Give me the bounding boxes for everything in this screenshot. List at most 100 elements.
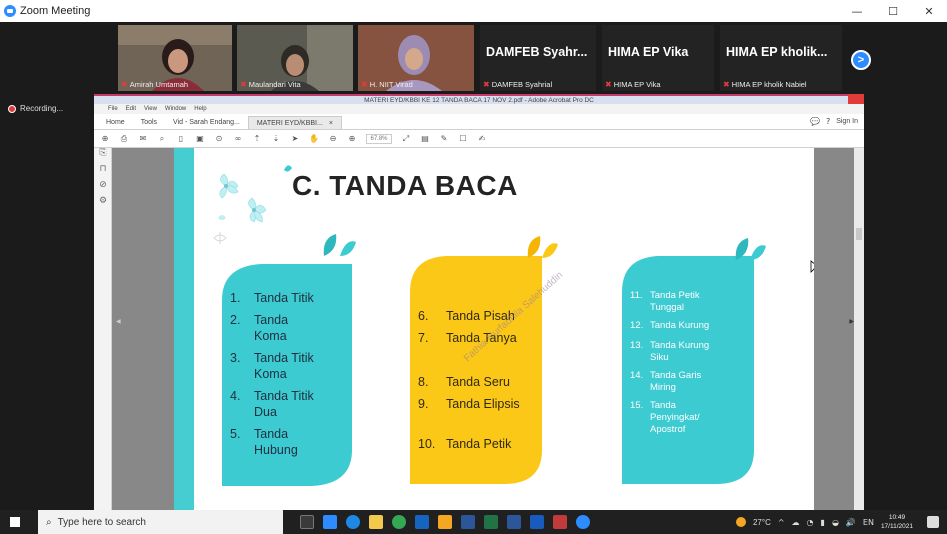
language-icon[interactable]: EN [863, 518, 874, 527]
participant-tile[interactable]: ✖ Maulandari Vita [237, 25, 353, 91]
notification-icon[interactable] [927, 516, 939, 528]
clock[interactable]: 10:49 17/11/2021 [881, 513, 913, 531]
print-icon[interactable]: ⎙ [119, 134, 129, 144]
highlight-icon[interactable]: ✍ [477, 134, 487, 144]
menu-edit[interactable]: Edit [126, 106, 136, 112]
list-item-text: Tanda Garis Miring [650, 370, 702, 393]
list-item-number: 5. [230, 427, 241, 441]
file-explorer-icon[interactable] [369, 515, 383, 529]
tab-tools[interactable]: Tools [133, 116, 165, 129]
next-participants-button[interactable]: > [851, 50, 871, 70]
start-button[interactable] [0, 510, 30, 534]
vertical-scrollbar[interactable] [854, 148, 864, 510]
collapse-left-icon[interactable]: ◀ [116, 318, 121, 325]
participant-name: DAMFEB Syahrial [491, 79, 553, 89]
help-icon[interactable]: ? [826, 117, 830, 126]
acrobat-window: MATERI EYD/KBBI KE 12 TANDA BACA 17 NOV … [94, 94, 864, 510]
fit-page-icon[interactable]: ⤢ [401, 134, 411, 144]
tab-document-1[interactable]: Vid - Sarah Endang... [165, 116, 248, 129]
acrobat-right-controls: 💬 ? Sign In [810, 117, 858, 126]
battery-icon[interactable]: ▮ [821, 518, 825, 527]
chrome-icon[interactable] [392, 515, 406, 529]
zoom-level-input[interactable]: 67.8% [366, 133, 392, 144]
scrollbar-thumb[interactable] [856, 228, 862, 240]
tray-chevron-icon[interactable]: ^ [778, 518, 785, 527]
weather-icon[interactable] [735, 517, 746, 527]
zoom-meeting-icon[interactable] [576, 515, 590, 529]
participant-tile[interactable]: HIMA EP Vika ✖ HIMA EP Vika [602, 25, 714, 91]
recording-indicator[interactable]: Recording... [8, 104, 63, 113]
close-button[interactable]: ✕ [911, 0, 947, 22]
acrobat-icon[interactable] [553, 515, 567, 529]
network-icon[interactable]: ◔ [807, 518, 814, 527]
search-placeholder: Type here to search [57, 516, 146, 528]
search-icon: ⌕ [46, 516, 52, 528]
zoom-app-icon[interactable] [323, 515, 337, 529]
create-icon[interactable]: ⊕ [100, 134, 110, 144]
window-title: Zoom Meeting [20, 5, 91, 17]
clock-time: 10:49 [888, 514, 906, 521]
tab-close-icon[interactable]: × [329, 120, 333, 127]
wifi-icon[interactable]: ◒ [832, 518, 839, 527]
email-icon[interactable]: ✉ [138, 134, 148, 144]
list-item-text: Tanda Kurung Siku [650, 340, 710, 363]
list-item-number: 14. [630, 370, 644, 381]
participant-tile[interactable]: ✖ Amirah Umtamah [118, 25, 232, 91]
attachment-icon[interactable]: ⊘ [94, 180, 112, 196]
bookmark-icon[interactable]: ⊓ [94, 164, 112, 180]
magnify-icon[interactable]: ⊙ [214, 134, 224, 144]
restore-button[interactable]: ☐ [875, 0, 911, 22]
menu-window[interactable]: Window [165, 106, 186, 112]
search-icon[interactable]: ⌕ [157, 134, 167, 144]
participant-name: HIMA EP kholik Nabiel [731, 79, 807, 89]
thumbnail-icon[interactable]: ▣ [195, 134, 205, 144]
page-up-icon[interactable]: ⇡ [252, 134, 262, 144]
save-icon[interactable]: ▤ [420, 134, 430, 144]
cloud-icon[interactable]: ☁ [792, 518, 800, 527]
menu-help[interactable]: Help [194, 106, 206, 112]
files-icon[interactable] [438, 515, 452, 529]
menu-view[interactable]: View [144, 106, 157, 112]
hand-tool-icon[interactable]: ✋ [309, 134, 319, 144]
menu-file[interactable]: File [108, 106, 118, 112]
tab-home[interactable]: Home [98, 116, 133, 129]
word-icon[interactable] [461, 515, 475, 529]
binoculars-icon[interactable]: ∞ [233, 134, 243, 144]
participant-tile[interactable]: HIMA EP kholik... ✖ HIMA EP kholik Nabiel [720, 25, 842, 91]
list-item-text: Tanda Penyingkat/ Apostrof [650, 400, 700, 435]
edit-icon[interactable]: ✎ [439, 134, 449, 144]
participant-tile[interactable]: DAMFEB Syahr... ✖ DAMFEB Syahrial [480, 25, 596, 91]
list-item-number: 1. [230, 291, 241, 305]
word-doc-icon[interactable] [507, 515, 521, 529]
tab-document-2[interactable]: MATERI EYD/KBBI... × [247, 116, 342, 129]
card-2-leaf-icon [527, 236, 558, 258]
layers-icon[interactable]: ⚙ [94, 196, 112, 212]
task-view-icon[interactable] [300, 515, 314, 529]
comment-tool-icon[interactable]: ☐ [458, 134, 468, 144]
outlook-icon[interactable] [530, 515, 544, 529]
list-item-number: 2. [230, 313, 241, 327]
page-icon[interactable]: ▯ [176, 134, 186, 144]
minimize-button[interactable]: — [839, 0, 875, 22]
weather-temp: 27°C [752, 517, 771, 527]
participant-tile[interactable]: ✖ H. NIIT Virad [358, 25, 474, 91]
card-1-list: 1. Tanda Titik 2. Tanda Koma 3. Tanda Titik K… [230, 290, 360, 480]
excel-icon[interactable] [484, 515, 498, 529]
page-thumbnails-icon[interactable]: ⎘ [94, 148, 112, 164]
zoom-out-icon[interactable]: ⊖ [328, 134, 338, 144]
acrobat-title-bar: MATERI EYD/KBBI KE 12 TANDA BACA 17 NOV … [94, 94, 864, 104]
zoom-in-icon[interactable]: ⊕ [347, 134, 357, 144]
page-down-icon[interactable]: ⇣ [271, 134, 281, 144]
comment-icon[interactable]: 💬 [810, 117, 820, 126]
acrobat-toolbar: ⊕ ⎙ ✉ ⌕ ▯ ▣ ⊙ ∞ ⇡ ⇣ ➤ ✋ ⊖ ⊕ 67.8% ⤢ ▤ ✎ … [94, 130, 864, 148]
store-icon[interactable] [415, 515, 429, 529]
taskbar-search[interactable]: ⌕ Type here to search [38, 510, 283, 534]
select-tool-icon[interactable]: ➤ [290, 134, 300, 144]
edge-icon[interactable] [346, 515, 360, 529]
sign-in-link[interactable]: Sign In [836, 118, 858, 125]
list-item-text: Tanda Koma [254, 313, 289, 343]
volume-icon[interactable]: 🔊 [846, 518, 856, 527]
list-item-number: 6. [418, 309, 429, 323]
flower-decoration-icon [213, 165, 292, 244]
acrobat-close-button[interactable] [848, 94, 864, 104]
